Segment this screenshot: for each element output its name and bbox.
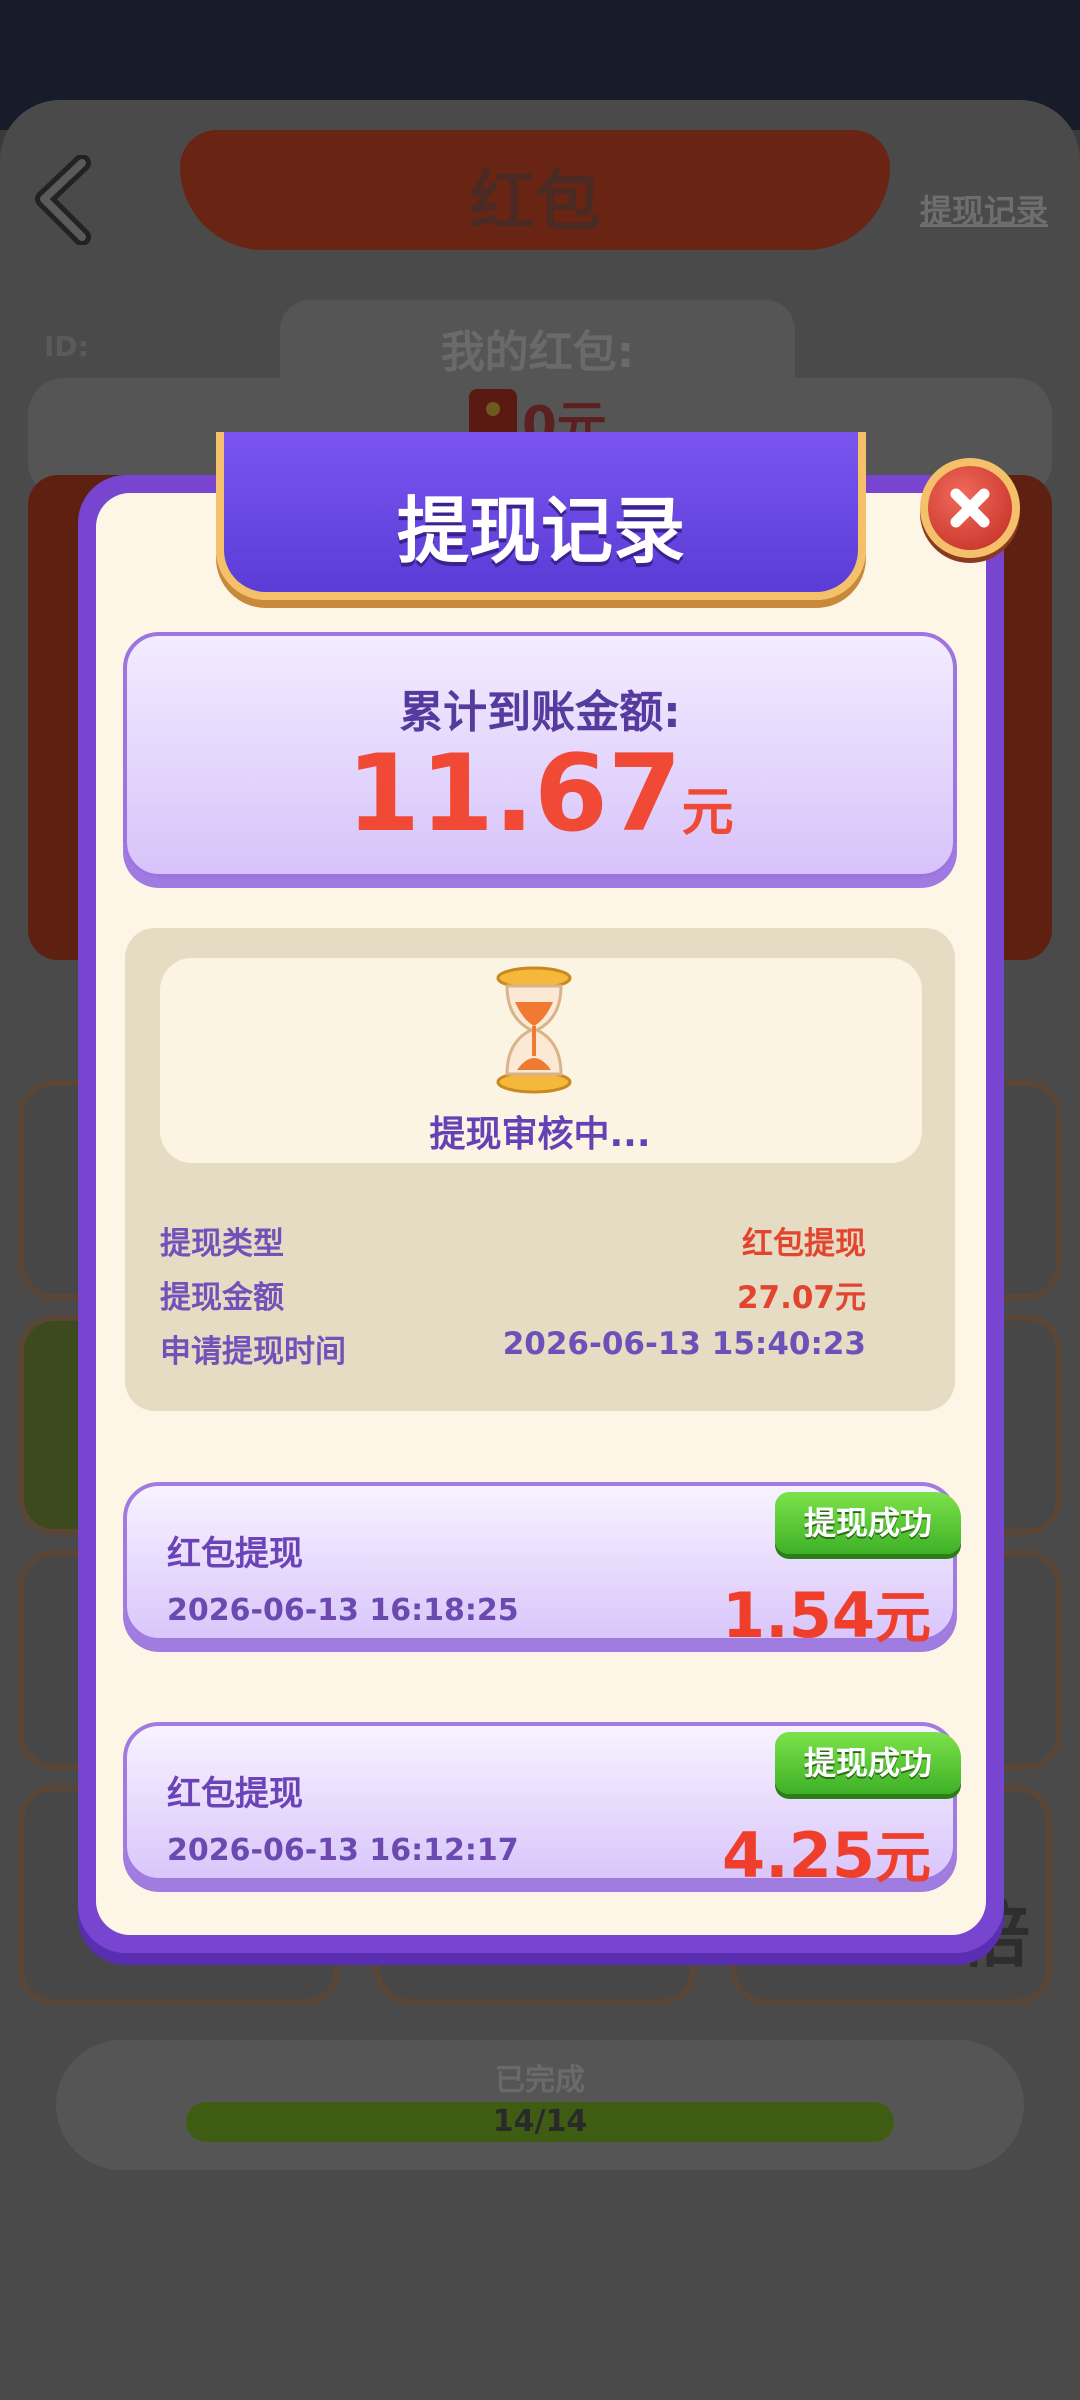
close-icon[interactable] (928, 466, 1012, 550)
total-received-card: 累计到账金额: 11.67元 (123, 632, 957, 878)
info-value: 27.07元 (736, 1280, 866, 1316)
success-badge: 提现成功 (775, 1492, 961, 1554)
info-row-type: 提现类型 红包提现 (160, 1218, 866, 1263)
pending-status-text: 提现审核中... (429, 1114, 651, 1155)
modal-header-banner: 提现记录 (216, 432, 866, 600)
total-amount-value: 11.67 (346, 732, 682, 855)
back-chevron-icon[interactable] (30, 155, 110, 245)
success-badge-label: 提现成功 (803, 1744, 932, 1782)
withdraw-records-link[interactable]: 提现记录 (920, 186, 1048, 232)
info-row-time: 申请提现时间 2026-06-13 15:40:23 (160, 1326, 866, 1371)
total-amount-unit: 元 (681, 783, 734, 843)
record-amount-value: 4.25 (722, 1819, 875, 1892)
success-badge-label: 提现成功 (803, 1504, 932, 1542)
record-date: 2026-06-13 16:18:25 (167, 1593, 519, 1628)
withdraw-record-item: 红包提现 2026-06-13 16:12:17 4.25元 提现成功 (123, 1722, 961, 1892)
progress-label: 已完成 (495, 2063, 585, 2098)
progress-text: 14/14 (492, 2104, 588, 2139)
record-amount-value: 1.54 (722, 1579, 875, 1652)
info-key: 提现类型 (160, 1226, 284, 1262)
hourglass-icon (496, 966, 572, 1094)
info-key: 申请提现时间 (160, 1334, 346, 1370)
info-key: 提现金额 (160, 1280, 284, 1316)
record-amount-unit: 元 (875, 1586, 931, 1651)
info-value: 2026-06-13 15:40:23 (502, 1326, 866, 1362)
total-received-label: 累计到账金额: (399, 687, 681, 738)
user-id-label: ID: (44, 330, 89, 363)
total-received-amount: 11.67元 (127, 732, 953, 855)
record-amount: 4.25元 (722, 1813, 931, 1894)
record-title: 红包提现 (167, 1774, 303, 1814)
page-title-banner: 红包 (180, 130, 890, 250)
close-button[interactable] (920, 458, 1020, 558)
record-amount-unit: 元 (875, 1826, 931, 1891)
modal-title: 提现记录 (396, 489, 685, 573)
withdraw-record-item: 红包提现 2026-06-13 16:18:25 1.54元 提现成功 (123, 1482, 961, 1652)
success-badge: 提现成功 (775, 1732, 961, 1794)
info-row-amount: 提现金额 27.07元 (160, 1272, 866, 1317)
record-date: 2026-06-13 16:12:17 (167, 1833, 519, 1868)
page-title: 红包 (469, 163, 601, 240)
my-pocket-label: 我的红包: (440, 327, 635, 378)
record-amount: 1.54元 (722, 1573, 931, 1654)
info-value: 红包提现 (742, 1226, 866, 1262)
record-title: 红包提现 (167, 1534, 303, 1574)
